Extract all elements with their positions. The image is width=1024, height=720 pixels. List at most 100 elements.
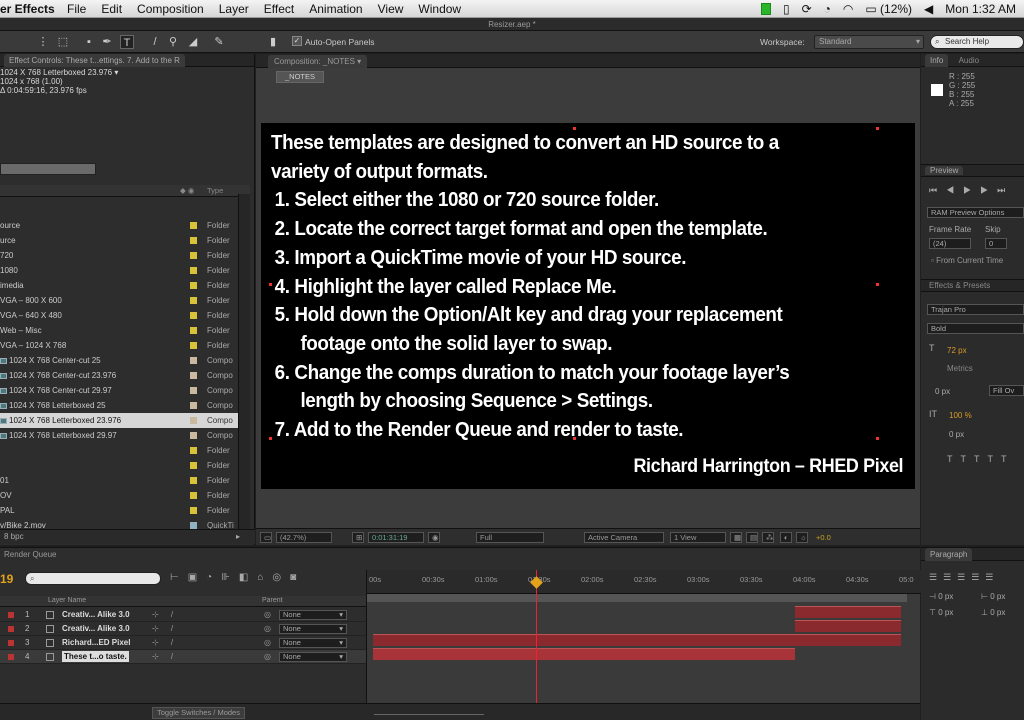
notes-comp-button[interactable]: _NOTES [276,71,325,83]
project-item-folder[interactable]: Folder [0,458,250,473]
menu-window[interactable]: Window [418,2,461,16]
label-color-swatch[interactable] [190,267,197,274]
project-item-composition[interactable]: 1024 X 768 Center-cut 25 Compo [0,353,250,368]
delete-icon[interactable]: ▸ [236,530,240,544]
label-color-swatch[interactable] [190,297,197,304]
flowchart-icon[interactable]: ⁂ [762,532,774,543]
rectangle-tool-icon[interactable]: ▪ [82,35,96,49]
layer-handle[interactable] [876,127,879,130]
layer-label-color[interactable] [8,654,14,660]
parent-pickwhip-icon[interactable]: ◎ [264,636,271,650]
tab-render-queue[interactable]: Render Queue [0,548,56,561]
menu-view[interactable]: View [378,2,404,16]
layer-switches[interactable]: ⊹ / [152,622,178,636]
label-color-swatch[interactable] [190,462,197,469]
clock[interactable]: Mon 1:32 AM [945,2,1016,16]
project-item-folder[interactable]: 720 Folder [0,248,250,263]
layer-row[interactable]: 3 Richard...ED Pixel ⊹ / ◎ None ▾ [0,636,366,650]
layer-handle[interactable] [269,283,272,286]
font-size-value[interactable]: 72 px [947,346,967,355]
menu-edit[interactable]: Edit [101,2,122,16]
layer-label-color[interactable] [8,640,14,646]
current-time-indicator[interactable] [536,570,537,720]
work-area-bar[interactable] [367,594,907,602]
preview-toggle-icon[interactable]: ▭ [260,532,272,543]
type-column-header[interactable]: Type [207,186,223,195]
label-color-swatch[interactable] [190,522,197,529]
project-item-folder[interactable]: VGA – 640 X 480 Folder [0,308,250,323]
project-search-input[interactable] [0,163,96,175]
menu-animation[interactable]: Animation [309,2,362,16]
notes-text-layer[interactable]: These templates are designed to convert … [271,129,860,445]
vertical-scale-value[interactable]: 100 % [949,411,972,420]
workspace-select[interactable]: Standard ▾ [814,35,924,49]
project-item-folder[interactable]: Web – Misc Folder [0,323,250,338]
parent-select[interactable]: None ▾ [279,624,347,634]
stroke-width-value[interactable]: 0 px [935,387,950,396]
space-after-value[interactable]: ⊥ 0 px [981,608,1005,617]
baseline-shift-value[interactable]: 0 px [949,430,964,439]
label-color-swatch[interactable] [190,237,197,244]
layer-switches[interactable]: ⊹ / [152,608,178,622]
label-color-swatch[interactable] [190,387,197,394]
mask-tool-icon[interactable]: ⬚ [56,35,70,49]
layer-name[interactable]: Richard...ED Pixel [62,636,130,650]
tab-paragraph[interactable]: Paragraph [925,548,973,561]
credit-text-layer[interactable]: Richard Harrington – RHED Pixel [633,455,903,478]
toggle-switches-modes-button[interactable]: Toggle Switches / Modes [152,707,245,719]
layer-bar[interactable] [795,606,901,618]
layer-name[interactable]: These t...o taste. [62,651,129,662]
pan-behind-tool-icon[interactable]: ⋮ [36,35,50,49]
layer-row[interactable]: 2 Creativ... Alike 3.0 ⊹ / ◎ None ▾ [0,622,366,636]
timeline-switches[interactable]: ⊢▣◔⊪◧⌂◎◙ [170,572,305,583]
label-color-swatch[interactable] [190,342,197,349]
grid-icon[interactable]: ⊞ [352,532,364,543]
time-ruler[interactable]: 00s00:30s01:00s01:30s02:00s02:30s03:00s0… [367,570,921,594]
layout-icon[interactable]: ▤ [746,532,758,543]
views-select[interactable]: 1 View [670,532,726,543]
parent-select[interactable]: None ▾ [279,638,347,648]
project-item-folder[interactable]: imedia Folder [0,278,250,293]
label-color-swatch[interactable] [190,222,197,229]
layer-bar[interactable] [795,620,901,632]
label-color-swatch[interactable] [190,252,197,259]
tab-effect-controls[interactable]: Effect Controls: These t...ettings. 7. A… [4,54,185,67]
eraser-tool-icon[interactable]: ◢ [186,35,200,49]
from-current-time-checkbox[interactable]: ▫ From Current Time [931,256,1003,265]
layer-label-color[interactable] [8,626,14,632]
ram-preview-select[interactable]: RAM Preview Options [927,207,1024,218]
parent-select[interactable]: None ▾ [279,610,347,620]
alignment-buttons[interactable]: ☰☰☰☰☰ [929,572,999,583]
type-tool-icon[interactable]: T [120,35,134,49]
project-item-composition[interactable]: 1024 X 768 Center-cut 29.97 Compo [0,383,250,398]
indent-right-value[interactable]: ⊢ 0 px [981,592,1005,601]
label-color-swatch[interactable] [190,372,197,379]
composition-canvas[interactable]: These templates are designed to convert … [261,123,915,489]
menu-layer[interactable]: Layer [219,2,249,16]
project-item-folder[interactable]: urce Folder [0,233,250,248]
project-item-composition[interactable]: 1024 X 768 Letterboxed 25 Compo [0,398,250,413]
fill-stroke-select[interactable]: Fill Ov [989,385,1024,396]
comp-info-title[interactable]: 1024 X 768 Letterboxed 23.976 ▾ [0,68,250,77]
label-column-icon[interactable]: ◆ ◉ [180,186,194,195]
menu-composition[interactable]: Composition [137,2,204,16]
zoom-select[interactable]: (42.7%) [276,532,332,543]
pen-tool-icon[interactable]: ✒ [100,35,114,49]
bpc-button[interactable]: 8 bpc [4,530,24,544]
project-scrollbar[interactable] [238,194,250,529]
indent-left-value[interactable]: ⊣ 0 px [929,592,953,601]
parent-pickwhip-icon[interactable]: ◎ [264,622,271,636]
label-color-swatch[interactable] [190,477,197,484]
layer-handle[interactable] [876,437,879,440]
app-menu[interactable]: er Effects [0,2,55,16]
tab-info[interactable]: Info [925,54,949,67]
parent-header[interactable]: Parent [262,597,283,604]
clone-tool-icon[interactable]: ⚲ [166,35,180,49]
battery-status[interactable]: ▭ (12%) [865,2,912,16]
timecode-field[interactable]: 0:01:31:19 [368,532,424,543]
project-item-folder[interactable]: PAL Folder [0,503,250,518]
space-before-value[interactable]: ⊤ 0 px [929,608,953,617]
project-item-folder[interactable]: VGA – 800 X 600 Folder [0,293,250,308]
tab-effects-presets[interactable]: Effects & Presets [929,281,990,290]
parent-pickwhip-icon[interactable]: ◎ [264,650,271,664]
